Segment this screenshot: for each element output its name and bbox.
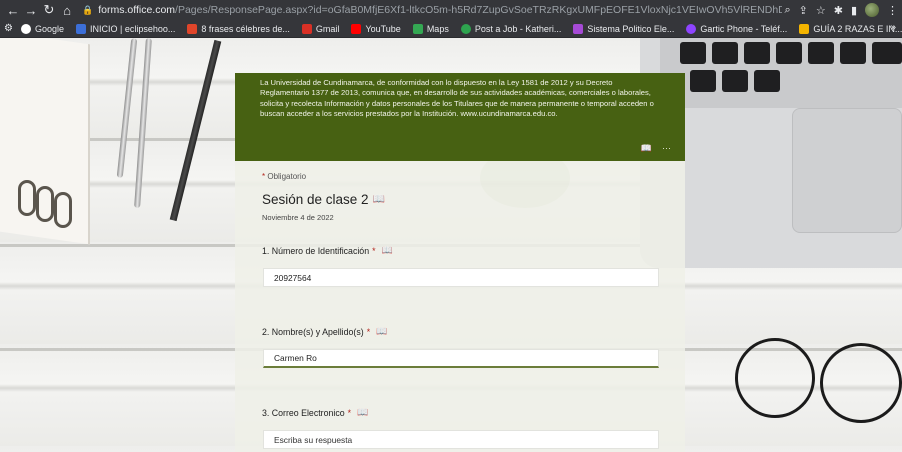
form-title: Sesión de clase 2	[262, 192, 369, 207]
bookmark-label: Sistema Politico Ele...	[587, 23, 675, 34]
required-star: *	[366, 326, 371, 337]
bookmark-google[interactable]: Google	[20, 23, 64, 34]
home-icon[interactable]: ⌂	[58, 0, 76, 20]
question-label: 1. Número de Identificación * 📖	[262, 245, 393, 256]
immersive-reader-icon[interactable]: 📖	[376, 326, 387, 337]
bookmark-label: YouTube	[365, 23, 401, 34]
google-icon	[20, 23, 31, 34]
bookmark-gartic-phone[interactable]: Gartic Phone - Teléf...	[686, 23, 788, 34]
site-icon	[460, 23, 471, 34]
url-field[interactable]: 🔒 forms.office.com/Pages/ResponsePage.as…	[82, 2, 782, 18]
required-star: *	[347, 407, 352, 418]
identification-number-input[interactable]	[263, 268, 659, 287]
question-1-text: 1. Número de Identificación	[262, 245, 370, 256]
lock-icon: 🔒	[82, 4, 94, 15]
bookmark-sistema-politico[interactable]: Sistema Politico Ele...	[573, 23, 675, 34]
question-2-text: 2. Nombre(s) y Apellido(s)	[262, 326, 364, 337]
privacy-notice: La Universidad de Cundinamarca, de confo…	[260, 78, 654, 119]
url-domain: forms.office.com	[98, 4, 176, 16]
full-name-input[interactable]	[263, 349, 659, 368]
back-icon[interactable]: ←	[4, 0, 22, 20]
zoom-icon[interactable]: ⌕	[784, 4, 790, 17]
required-star: *	[372, 245, 376, 256]
profile-avatar[interactable]	[865, 3, 879, 17]
glasses-decoration	[735, 338, 815, 418]
maps-icon	[412, 23, 423, 34]
site-icon	[686, 23, 697, 34]
bookmark-label: Gmail	[315, 23, 340, 34]
menu-icon[interactable]: ⋮	[887, 4, 898, 17]
youtube-icon	[351, 23, 362, 34]
pencil-decoration	[169, 39, 222, 222]
bookmarks-bar: ⚙ Google INICIO | eclipsehoo... 8 frases…	[0, 20, 902, 38]
immersive-reader-icon[interactable]: 📖	[641, 143, 652, 153]
bookmark-eclipsehoo[interactable]: INICIO | eclipsehoo...	[76, 23, 176, 34]
sidepanel-icon[interactable]: ▮	[851, 4, 857, 17]
bookmark-frases[interactable]: 8 frases célebres de...	[187, 23, 290, 34]
pen-decoration	[116, 38, 138, 178]
bookmark-label: Post a Job - Katheri...	[474, 23, 562, 34]
url-path: /Pages/ResponsePage.aspx?id=oGfaB0MfjE6X…	[175, 4, 782, 16]
bookmark-youtube[interactable]: YouTube	[351, 23, 401, 34]
more-options-icon[interactable]: ···	[662, 143, 671, 153]
bookmark-label: Maps	[426, 23, 449, 34]
bookmark-label: Google	[34, 23, 64, 34]
form-card: La Universidad de Cundinamarca, de confo…	[235, 73, 685, 452]
question-3-text: 3. Correo Electronico	[262, 407, 345, 418]
forward-icon[interactable]: →	[22, 0, 40, 20]
bookmark-gmail[interactable]: Gmail	[301, 23, 340, 34]
bookmark-maps[interactable]: Maps	[412, 23, 449, 34]
form-subtitle: Noviembre 4 de 2022	[262, 213, 334, 222]
question-label: 2. Nombre(s) y Apellido(s) * 📖	[262, 326, 387, 337]
bookmark-post-a-job[interactable]: Post a Job - Katheri...	[460, 23, 562, 34]
question-label: 3. Correo Electronico * 📖	[262, 407, 368, 418]
extensions-icon[interactable]: ✱	[834, 4, 843, 17]
immersive-reader-icon[interactable]: 📖	[382, 245, 393, 256]
apps-icon[interactable]: ⚙	[4, 23, 13, 34]
site-icon	[799, 23, 810, 34]
star-icon[interactable]: ☆	[816, 4, 826, 17]
required-note: * Obligatorio	[262, 172, 307, 181]
form-title-row: Sesión de clase 2 📖	[262, 192, 385, 207]
bookmark-label: INICIO | eclipsehoo...	[90, 23, 176, 34]
site-icon	[187, 23, 198, 34]
site-icon	[76, 23, 86, 34]
gmail-icon	[301, 23, 312, 34]
bookmark-label: GUÍA 2 RAZAS E IN...	[813, 23, 902, 34]
share-icon[interactable]: ⇪	[799, 4, 808, 17]
site-icon	[573, 23, 584, 34]
form-banner: La Universidad de Cundinamarca, de confo…	[235, 73, 685, 161]
bookmark-label: Gartic Phone - Teléf...	[700, 23, 788, 34]
email-input[interactable]	[263, 430, 659, 449]
address-bar: ← → ↻ ⌂ 🔒 forms.office.com/Pages/Respons…	[0, 0, 902, 20]
bookmarks-more-icon[interactable]: »	[890, 22, 896, 33]
required-label: Obligatorio	[267, 172, 307, 181]
bookmark-label: 8 frases célebres de...	[201, 23, 290, 34]
immersive-reader-icon[interactable]: 📖	[357, 407, 368, 418]
reload-icon[interactable]: ↻	[40, 0, 58, 20]
bookmark-guia-2[interactable]: GUÍA 2 RAZAS E IN...	[799, 23, 902, 34]
immersive-reader-icon[interactable]: 📖	[373, 194, 385, 205]
